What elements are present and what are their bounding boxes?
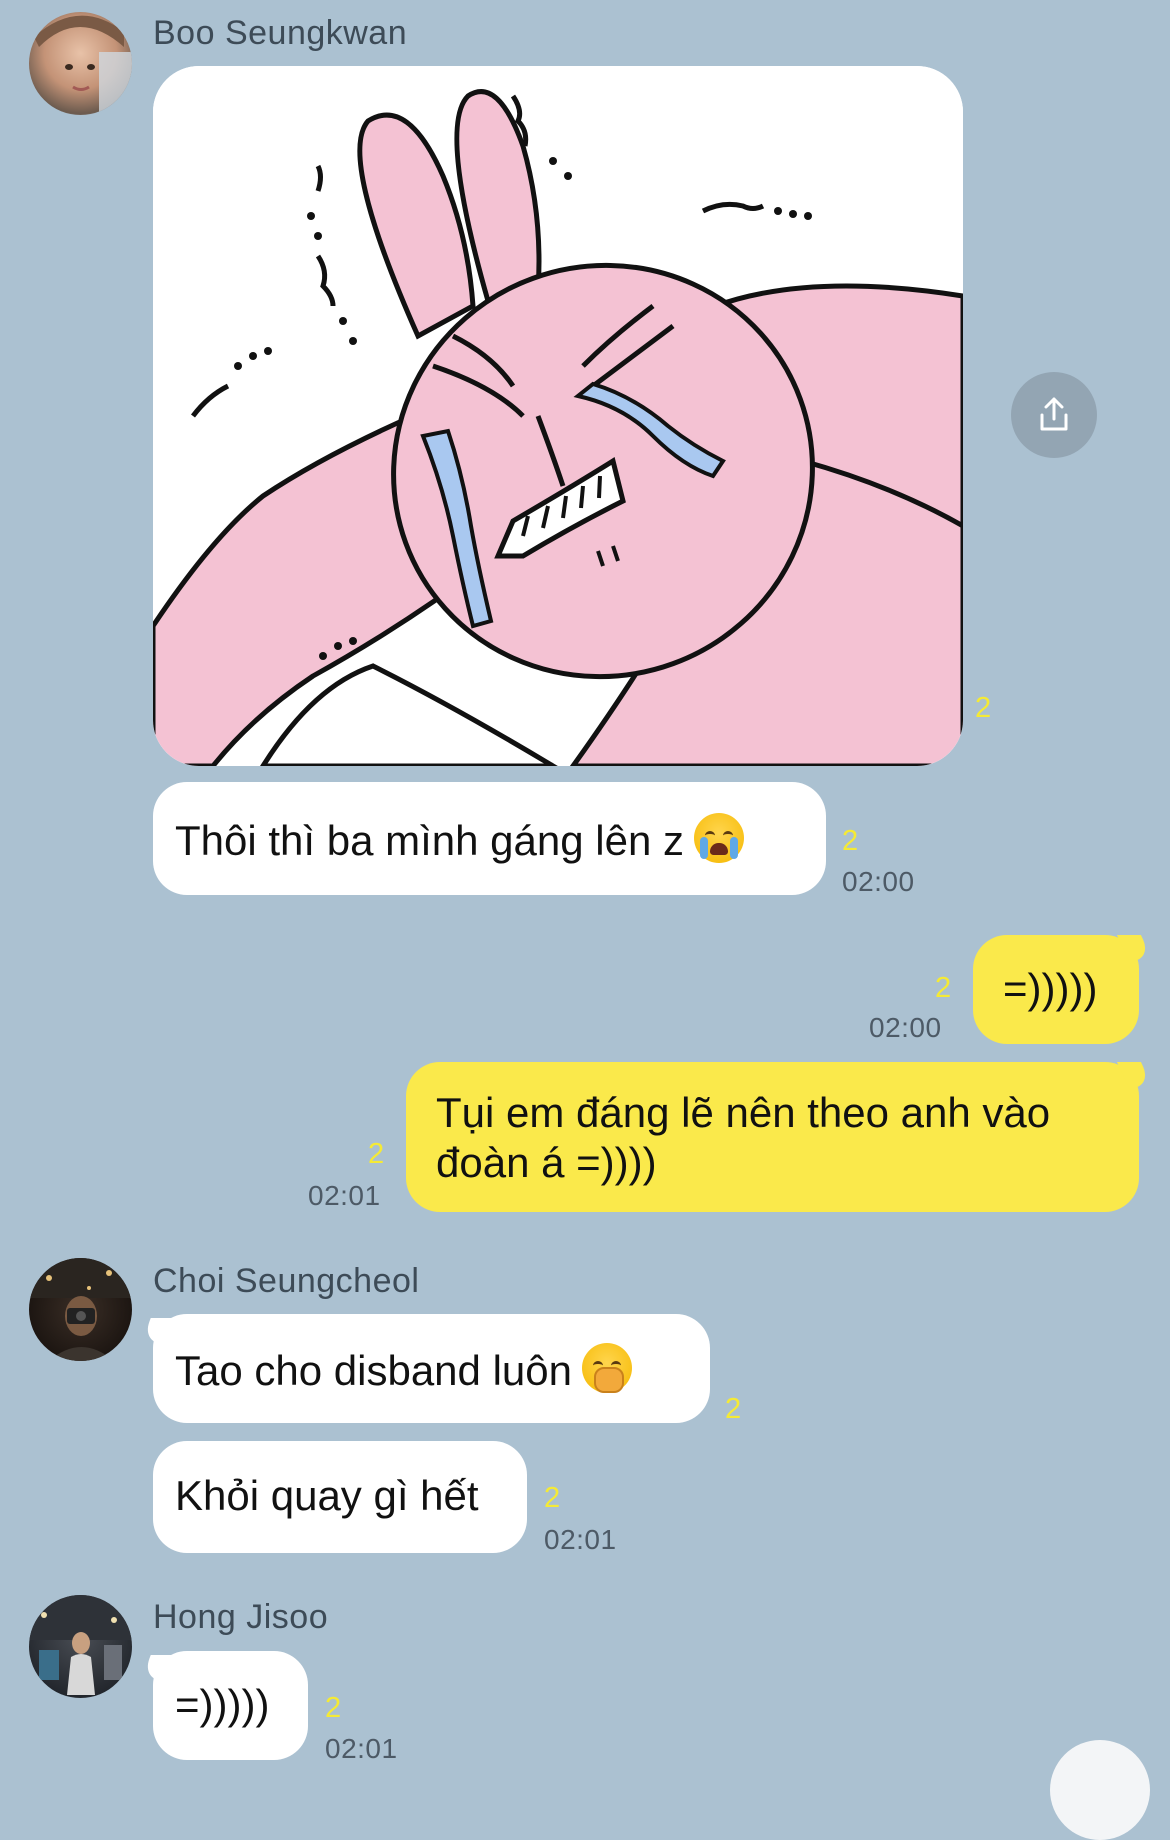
- unread-count: 2: [325, 1692, 342, 1724]
- message-text-line: Tụi em đáng lẽ nên theo anh vào: [436, 1089, 1051, 1136]
- timestamp: 02:01: [325, 1733, 398, 1764]
- message-text: Tao cho disband luôn: [175, 1347, 572, 1394]
- message-text: =))))): [1003, 965, 1098, 1012]
- sticker-image[interactable]: [153, 66, 963, 766]
- unread-count: 2: [935, 972, 952, 1004]
- unread-count: 2: [842, 825, 859, 857]
- message-text: =))))): [175, 1681, 270, 1728]
- message-text: Thôi thì ba mình gáng lên z: [175, 817, 684, 864]
- outgoing-message-bubble[interactable]: Tụi em đáng lẽ nên theo anh vào đoàn á =…: [406, 1062, 1139, 1212]
- sender-name: Boo Seungkwan: [153, 14, 408, 52]
- message-text-line: đoàn á =)))): [436, 1139, 657, 1186]
- sender-name: Hong Jisoo: [153, 1598, 329, 1636]
- unread-count: 2: [544, 1482, 561, 1514]
- outgoing-message-bubble[interactable]: =))))): [973, 935, 1139, 1044]
- timestamp: 02:00: [869, 1012, 942, 1043]
- message-text: Khỏi quay gì hết: [175, 1472, 479, 1519]
- timestamp: 02:00: [842, 866, 915, 897]
- unread-count: 2: [368, 1138, 385, 1170]
- crying-rabbit-sticker-icon: [153, 66, 963, 766]
- profile-photo-icon: [29, 1258, 132, 1361]
- unread-count: 2: [725, 1393, 742, 1425]
- message-bubble[interactable]: =))))): [153, 1651, 308, 1760]
- message-bubble[interactable]: Khỏi quay gì hết: [153, 1441, 527, 1553]
- profile-photo-icon: [29, 1595, 132, 1695]
- share-icon: [1040, 397, 1068, 431]
- timestamp: 02:01: [544, 1524, 617, 1555]
- profile-photo-icon: [34, 15, 132, 115]
- sender-name: Choi Seungcheol: [153, 1262, 420, 1300]
- avatar-hong-jisoo[interactable]: [29, 1595, 132, 1698]
- message-bubble[interactable]: Thôi thì ba mình gáng lên z: [153, 782, 826, 895]
- share-button[interactable]: [1011, 372, 1097, 458]
- message-bubble[interactable]: Tao cho disband luôn: [153, 1314, 710, 1423]
- avatar-boo-seungkwan[interactable]: [29, 12, 132, 115]
- unread-count: 2: [975, 692, 992, 724]
- crying-face-icon: [693, 813, 744, 863]
- scroll-down-button[interactable]: [1050, 1740, 1150, 1840]
- yawning-face-icon: [581, 1343, 632, 1393]
- avatar-choi-seungcheol[interactable]: [29, 1258, 132, 1361]
- timestamp: 02:01: [308, 1180, 381, 1211]
